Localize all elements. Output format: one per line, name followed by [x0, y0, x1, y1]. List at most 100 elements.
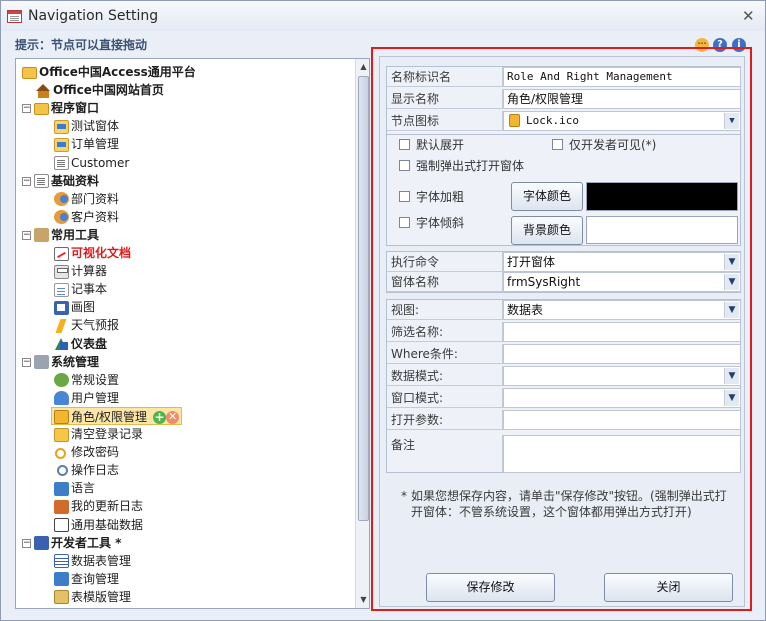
filter-label: 筛选名称:: [387, 322, 503, 342]
bg-color-swatch[interactable]: [586, 216, 738, 244]
scroll-down-icon[interactable]: ▼: [358, 594, 369, 605]
force-popup-label: 强制弹出式打开窗体: [416, 159, 525, 173]
checkbox-box[interactable]: [399, 191, 410, 202]
tree-node[interactable]: 测试窗体: [54, 117, 119, 135]
checkbox-box[interactable]: [399, 217, 410, 228]
tree-node[interactable]: 可视化文档: [54, 244, 131, 262]
collapse-icon[interactable]: −: [22, 357, 31, 367]
tree-node[interactable]: 天气预报: [54, 316, 119, 334]
bg-color-button[interactable]: 背景颜色: [511, 216, 583, 245]
data-mode-select[interactable]: ▼: [503, 366, 741, 386]
tree-node[interactable]: 语言: [54, 479, 95, 497]
command-group: 执行命令 打开窗体 ▼ 窗体名称 frmSysRight ▼: [386, 251, 741, 293]
tree-node[interactable]: − 开发者工具 *: [22, 534, 121, 552]
tree-node[interactable]: Customer: [54, 154, 129, 172]
style-options-group: 默认展开 仅开发者可见(*) 强制弹出式打开窗体 字体加粗 字体倾斜 字体颜色 …: [386, 134, 741, 246]
checkbox-box[interactable]: [552, 139, 563, 150]
tree-node[interactable]: 仪表盘: [54, 335, 107, 353]
dev-only-checkbox[interactable]: 仅开发者可见(*): [552, 135, 656, 155]
note-star: *: [401, 489, 407, 503]
root-icon: [22, 66, 37, 79]
checkbox-box[interactable]: [399, 160, 410, 171]
tree-node[interactable]: Office中国网站首页: [36, 81, 164, 99]
filter-field[interactable]: [503, 322, 741, 342]
tree-node[interactable]: − 基础资料: [22, 172, 99, 190]
name-id-field[interactable]: Role And Right Management: [503, 67, 741, 87]
paint-icon: [54, 300, 69, 315]
italic-checkbox[interactable]: 字体倾斜: [399, 213, 464, 233]
navigation-tree[interactable]: Office中国Access通用平台 Office中国网站首页 − 程序窗口 测试窗体订…: [16, 59, 355, 608]
data-mode-label: 数据模式:: [387, 366, 503, 386]
view-select[interactable]: 数据表 ▼: [503, 300, 741, 320]
tree-node[interactable]: Office中国Access通用平台: [22, 63, 196, 81]
key-icon: [54, 446, 69, 460]
collapse-icon[interactable]: −: [22, 176, 31, 186]
where-field[interactable]: [503, 344, 741, 364]
window-mode-label: 窗口模式:: [387, 388, 503, 408]
bold-checkbox[interactable]: 字体加粗: [399, 187, 464, 207]
delete-node-icon[interactable]: ✕: [166, 410, 180, 424]
font-color-button[interactable]: 字体颜色: [511, 182, 583, 211]
command-select[interactable]: 打开窗体 ▼: [503, 252, 741, 272]
expand-default-checkbox[interactable]: 默认展开: [399, 135, 464, 155]
node-icon-label: 节点图标: [387, 111, 503, 131]
tree-node-selected[interactable]: 角色/权限管理 + ✕: [51, 406, 183, 425]
tree-node[interactable]: 通用基础数据: [54, 516, 143, 534]
tree-node[interactable]: 部门资料: [54, 190, 119, 208]
tree-node[interactable]: 查询管理: [54, 570, 119, 588]
tools-icon: [34, 228, 49, 243]
tree-node-label: 可视化文档: [71, 246, 132, 260]
display-name-field[interactable]: 角色/权限管理: [503, 89, 741, 109]
tree-node[interactable]: 订单管理: [54, 135, 119, 153]
tree-node[interactable]: 修改密码: [54, 443, 119, 461]
tree-node[interactable]: 用户管理: [54, 389, 119, 407]
tree-node-label: 订单管理: [71, 137, 120, 152]
hint-text: 提示：节点可以直接拖动: [15, 38, 148, 52]
where-label: Where条件:: [387, 344, 503, 364]
book-icon: [34, 174, 49, 189]
window-mode-select[interactable]: ▼: [503, 388, 741, 408]
font-color-swatch[interactable]: [586, 182, 738, 211]
close-button[interactable]: 关闭: [604, 573, 733, 602]
collapse-icon[interactable]: −: [22, 538, 31, 548]
italic-label: 字体倾斜: [416, 216, 465, 230]
tree-node[interactable]: 画图: [54, 298, 95, 316]
chevron-down-icon[interactable]: ▼: [724, 302, 739, 318]
tree-node[interactable]: 我的更新日志: [54, 497, 143, 515]
tree-node-label: Office中国Access通用平台: [39, 65, 196, 79]
tree-node[interactable]: − 系统管理: [22, 353, 99, 371]
calculator-icon: [54, 264, 69, 279]
tree-node[interactable]: − 程序窗口: [22, 99, 99, 117]
collapse-icon[interactable]: −: [22, 230, 31, 240]
form-name-select[interactable]: frmSysRight ▼: [503, 272, 741, 292]
node-icon-select[interactable]: Lock.ico ▼: [503, 111, 741, 131]
chevron-down-icon[interactable]: ▼: [724, 368, 739, 384]
tree-node[interactable]: 记事本: [54, 280, 107, 298]
save-button[interactable]: 保存修改: [426, 573, 555, 602]
update-icon: [54, 499, 69, 514]
tree-scrollbar[interactable]: ▲ ▼: [355, 59, 369, 608]
tree-node[interactable]: 数据表管理: [54, 552, 131, 570]
close-window-button[interactable]: ✕: [742, 7, 755, 25]
add-node-icon[interactable]: +: [153, 410, 167, 424]
tree-node[interactable]: 常规设置: [54, 371, 119, 389]
checkbox-box[interactable]: [399, 139, 410, 150]
tree-node[interactable]: 计算器: [54, 262, 107, 280]
tree-node[interactable]: 表模版管理: [54, 588, 131, 606]
collapse-icon[interactable]: −: [22, 104, 31, 114]
chevron-down-icon[interactable]: ▼: [724, 254, 739, 270]
chevron-down-icon[interactable]: ▼: [724, 274, 739, 290]
chevron-down-icon[interactable]: ▼: [724, 113, 739, 129]
remark-field[interactable]: [503, 435, 741, 473]
tree-node-label: 程序窗口: [51, 101, 100, 116]
tree-node[interactable]: 客户资料: [54, 208, 119, 226]
scrollbar-thumb[interactable]: [358, 76, 369, 521]
tree-node[interactable]: 操作日志: [54, 461, 119, 479]
tree-node[interactable]: − 常用工具: [22, 226, 99, 244]
chevron-down-icon[interactable]: ▼: [724, 390, 739, 406]
graph-icon: [54, 246, 69, 261]
tree-node[interactable]: 清空登录记录: [54, 425, 143, 443]
open-args-field[interactable]: [503, 410, 741, 430]
scroll-up-icon[interactable]: ▲: [358, 61, 369, 72]
force-popup-checkbox[interactable]: 强制弹出式打开窗体: [399, 156, 524, 176]
